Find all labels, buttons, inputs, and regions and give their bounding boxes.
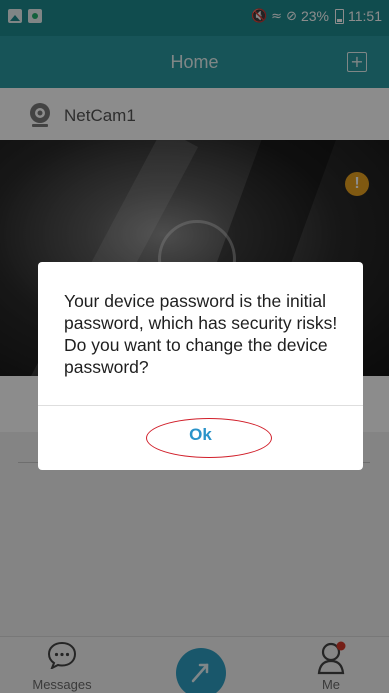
- app-screen: 🔇 ≈ ⊘ 23% 11:51 Home + NetCam1 ! Message…: [0, 0, 389, 693]
- ok-button[interactable]: Ok: [38, 406, 363, 464]
- password-warning-dialog: Your device password is the initial pass…: [38, 262, 363, 470]
- dialog-message: Your device password is the initial pass…: [64, 291, 338, 377]
